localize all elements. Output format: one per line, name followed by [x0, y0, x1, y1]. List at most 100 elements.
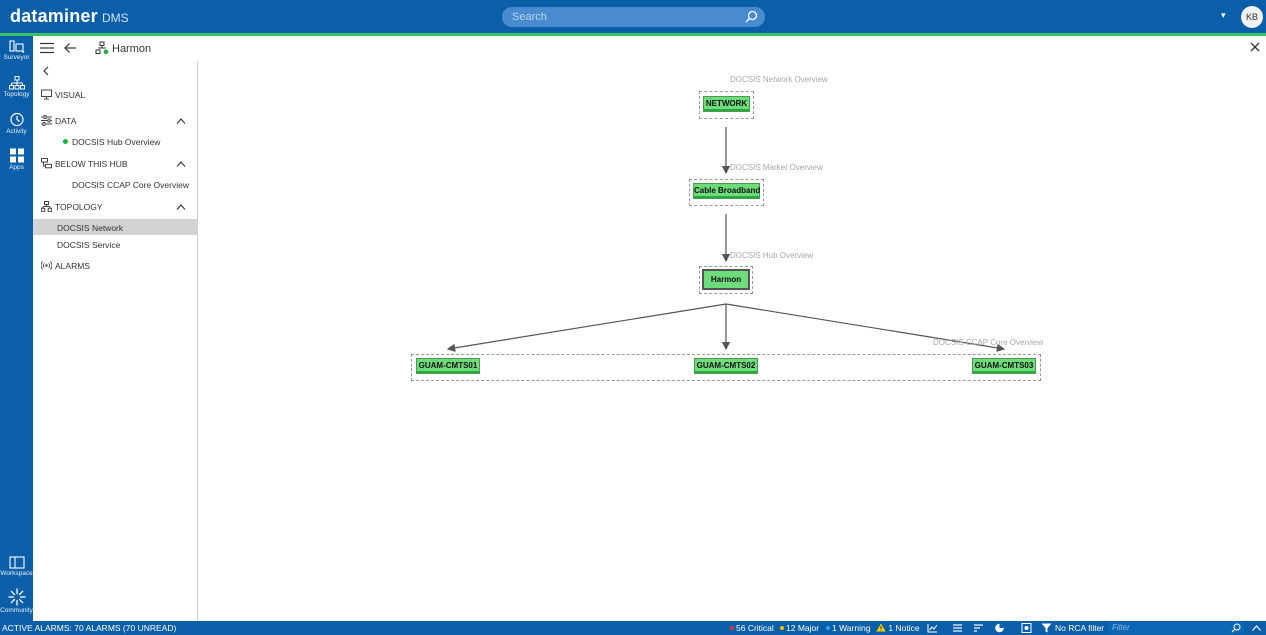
section-alarms[interactable]: ALARMS: [33, 257, 198, 275]
search-placeholder: Search: [512, 11, 547, 23]
back-arrow-icon[interactable]: [63, 41, 77, 55]
apps-icon: [9, 148, 24, 163]
section-below-this-hub[interactable]: BELOW THIS HUB: [33, 155, 198, 173]
node-status-bar: [694, 196, 759, 198]
sliders-icon: [41, 115, 52, 126]
notice-count[interactable]: 1 Notice: [876, 623, 920, 633]
topology-node-guam-cmts01[interactable]: GUAM-CMTS01: [416, 358, 480, 374]
rail-item-topology[interactable]: Topology: [0, 76, 33, 98]
active-alarms-summary[interactable]: ACTIVE ALARMS: 70 ALARMS (70 UNREAD): [2, 623, 176, 633]
view-topology-icon: [95, 41, 109, 55]
brand-logo[interactable]: dataminer: [10, 6, 98, 27]
node-label: Harmon: [710, 275, 742, 284]
workspace-icon: [8, 556, 25, 569]
search-input[interactable]: Search: [502, 7, 765, 27]
major-dot-icon: [780, 626, 784, 630]
rail-label-topology: Topology: [3, 91, 30, 98]
app-rail: Surveyor Topology Activity Apps Workspac…: [0, 36, 33, 621]
topology-node-network[interactable]: NETWORK: [703, 96, 750, 112]
rail-item-activity[interactable]: Activity: [0, 112, 33, 135]
user-avatar[interactable]: KB: [1241, 6, 1263, 28]
search-icon[interactable]: [743, 9, 759, 25]
node-label: GUAM-CMTS01: [418, 361, 478, 370]
close-icon[interactable]: [1249, 41, 1261, 53]
rail-item-surveyor[interactable]: Surveyor: [0, 40, 33, 61]
alarm-filter-input[interactable]: Filter: [1108, 622, 1244, 634]
brand-subtitle: DMS: [102, 11, 129, 25]
topology-item-docsis-network[interactable]: DOCSIS Network: [33, 219, 198, 235]
warning-label: 1 Warning: [832, 623, 871, 633]
section-alarms-label: ALARMS: [55, 261, 90, 271]
breadcrumb-current: Harmon: [112, 43, 152, 55]
critical-label: 56 Critical: [736, 623, 774, 633]
user-menu-caret[interactable]: ▾: [1221, 10, 1226, 21]
alarm-status-bar: ACTIVE ALARMS: 70 ALARMS (70 UNREAD) 56 …: [0, 621, 1266, 635]
rail-label-surveyor: Surveyor: [3, 54, 30, 61]
search-icon[interactable]: [1231, 623, 1241, 633]
chevron-up-icon[interactable]: [176, 160, 186, 168]
pie-chart-icon[interactable]: [994, 623, 1005, 633]
section-data-label: DATA: [55, 116, 77, 126]
chevron-up-icon[interactable]: [176, 203, 186, 211]
view-label-network-overview: DOCSIS Network Overview: [730, 75, 828, 84]
topology-icon: [41, 201, 52, 212]
connector-hub-cmts01: [446, 303, 727, 352]
filter-placeholder: Filter: [1112, 623, 1130, 632]
status-dot: [63, 139, 68, 144]
rail-item-workspace[interactable]: Workspace: [0, 556, 33, 577]
topology-item-label: DOCSIS Service: [57, 240, 121, 250]
rail-item-apps[interactable]: Apps: [0, 148, 33, 171]
rail-label-workspace: Workspace: [0, 570, 33, 577]
node-status-bar: [417, 371, 479, 373]
section-visual[interactable]: VISUAL: [33, 86, 198, 104]
node-label: GUAM-CMTS03: [974, 361, 1034, 370]
section-topology[interactable]: TOPOLOGY: [33, 198, 198, 216]
rail-label-community: Community: [0, 607, 33, 614]
view-toolbar: Harmon: [33, 36, 1266, 61]
data-item-label: DOCSIS Hub Overview: [72, 137, 161, 147]
topology-node-harmon[interactable]: Harmon: [702, 269, 750, 290]
collapse-panel-icon[interactable]: [41, 66, 51, 76]
rca-filter-label[interactable]: No RCA filter: [1055, 623, 1104, 633]
below-item-ccap-core-overview[interactable]: DOCSIS CCAP Core Overview: [33, 176, 198, 192]
warning-count[interactable]: 1 Warning: [826, 623, 870, 633]
community-icon: [7, 588, 26, 606]
focus-icon[interactable]: [1021, 623, 1032, 633]
topology-node-cable-broadband[interactable]: Cable Broadband: [693, 183, 760, 199]
topology-node-guam-cmts02[interactable]: GUAM-CMTS02: [694, 358, 758, 374]
rail-label-apps: Apps: [9, 164, 24, 171]
activity-icon: [9, 112, 24, 127]
view-label-market-overview: DOCSIS Market Overview: [730, 163, 823, 172]
topology-canvas: DOCSIS Network Overview NETWORK DOCSIS M…: [198, 61, 1266, 621]
section-data[interactable]: DATA: [33, 112, 198, 130]
node-label: GUAM-CMTS02: [696, 361, 756, 370]
trend-chart-icon[interactable]: [927, 623, 938, 633]
rail-item-community[interactable]: Community: [0, 588, 33, 614]
node-status-bar: [695, 371, 757, 373]
broadcast-icon: [41, 261, 52, 270]
warning-dot-icon: [826, 626, 830, 630]
view-side-panel: VISUAL DATA DOCSIS Hub Overview BELOW TH…: [33, 61, 198, 621]
major-count[interactable]: 12 Major: [780, 623, 819, 633]
topology-item-docsis-service[interactable]: DOCSIS Service: [33, 236, 198, 252]
node-label: Cable Broadband: [694, 186, 761, 195]
top-header: dataminer DMS Search ▾ KB: [0, 0, 1266, 33]
major-label: 12 Major: [786, 623, 820, 633]
chevron-up-icon[interactable]: [1251, 623, 1262, 633]
topology-item-label: DOCSIS Network: [57, 223, 124, 233]
list-view-icon[interactable]: [952, 623, 963, 633]
critical-count[interactable]: 56 Critical: [730, 623, 774, 633]
topology-node-guam-cmts03[interactable]: GUAM-CMTS03: [972, 358, 1036, 374]
rail-label-activity: Activity: [6, 128, 27, 135]
chevron-up-icon[interactable]: [176, 117, 186, 125]
filter-icon[interactable]: [1041, 623, 1052, 633]
section-topology-label: TOPOLOGY: [55, 202, 103, 212]
hamburger-menu-icon[interactable]: [40, 42, 54, 54]
notice-label: 1 Notice: [888, 623, 920, 633]
view-label-ccap-core-overview: DOCSIS CCAP Core Overview: [933, 338, 1044, 347]
below-item-label: DOCSIS CCAP Core Overview: [72, 180, 189, 190]
data-item-docsis-hub-overview[interactable]: DOCSIS Hub Overview: [33, 133, 198, 149]
section-below-label: BELOW THIS HUB: [55, 159, 128, 169]
node-label: NETWORK: [705, 99, 748, 108]
sort-icon[interactable]: [973, 623, 984, 633]
